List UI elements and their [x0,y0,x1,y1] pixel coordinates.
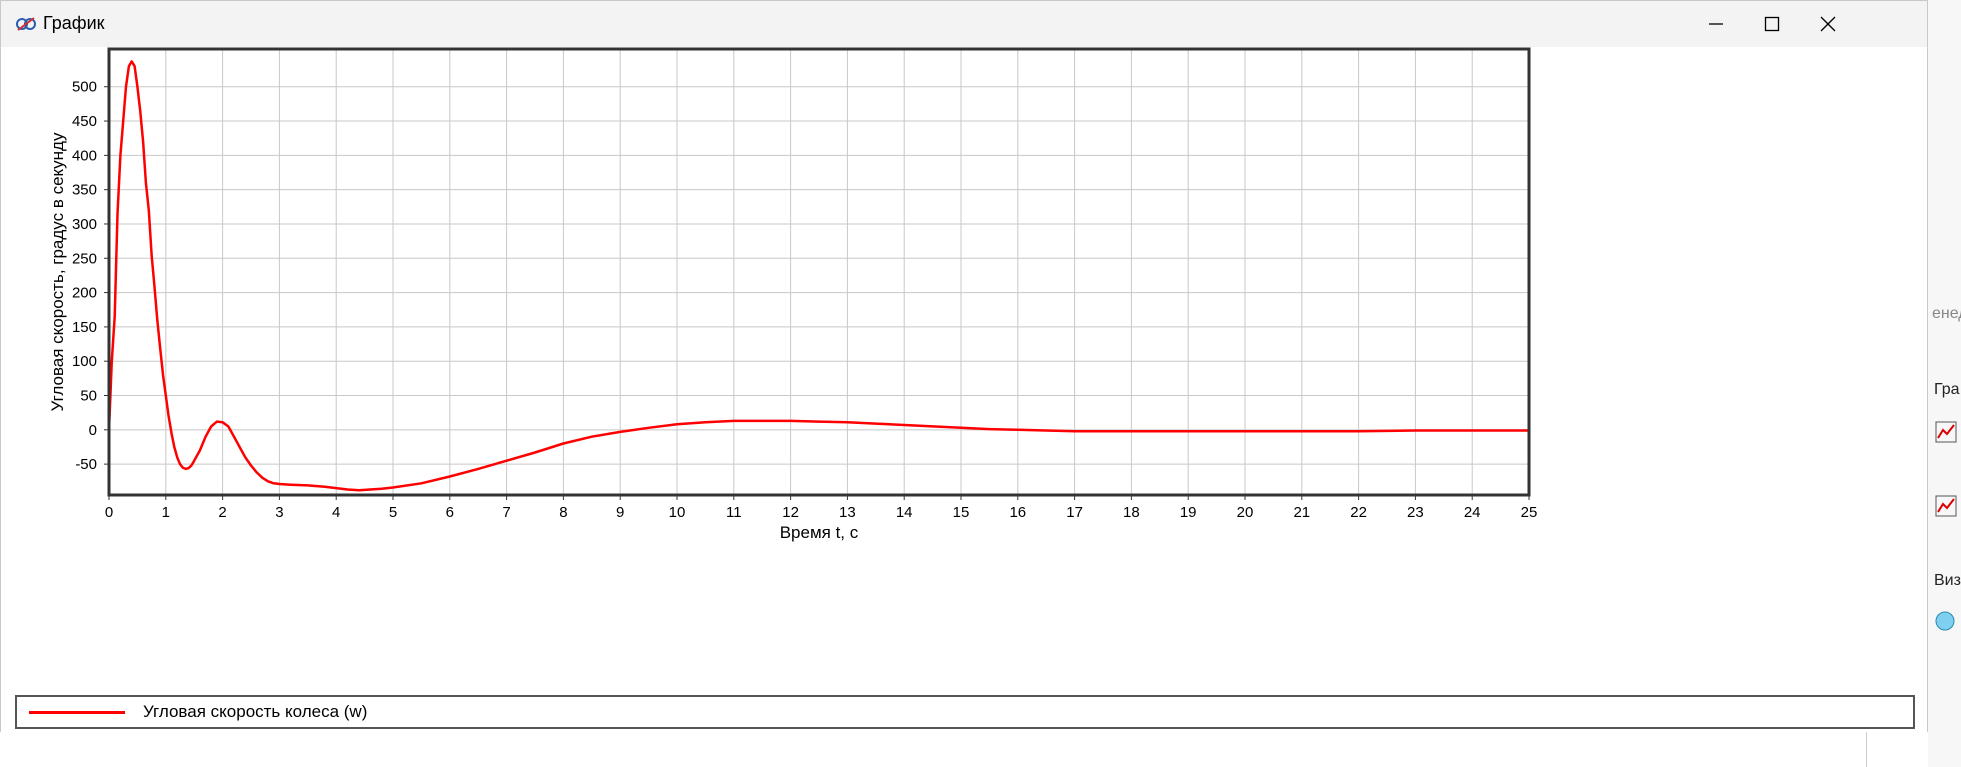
y-tick-label: 500 [72,79,97,96]
x-tick-label: 3 [275,504,283,521]
chart-app-icon [16,17,36,31]
x-axis-label: Время t, с [780,523,859,542]
window-title: График [43,13,105,33]
legend-label: Угловая скорость колеса (w) [143,702,368,721]
tick-labels: 0 1 2 3 4 5 6 7 8 9 10 11 12 13 14 15 16 17 18 19 20 21 22 23 24… [72,79,1537,521]
y-tick-label: 200 [72,285,97,302]
title-bar[interactable]: График [1,1,1927,47]
x-tick-label: 19 [1180,504,1197,521]
chart-window: График 0 1 2 3 4 5 6 7 8 9 10 11 12 13 14 15 16 17 18 19 20 2… [0,0,1928,733]
y-tick-label: 0 [89,422,97,439]
maximize-icon [1764,16,1780,32]
x-tick-label: 18 [1123,504,1140,521]
plot-area: 0 1 2 3 4 5 6 7 8 9 10 11 12 13 14 15 16 17 18 19 20 21 22 23 24… [1,47,1927,733]
y-tick-label: 50 [80,388,97,405]
y-tick-label: 300 [72,216,97,233]
x-tick-label: 21 [1293,504,1310,521]
x-tick-label: 11 [726,504,742,521]
x-tick-label: 7 [502,504,510,521]
x-tick-label: 5 [389,504,397,521]
x-tick-label: 16 [1009,504,1026,521]
line-chart[interactable]: 0 1 2 3 4 5 6 7 8 9 10 11 12 13 14 15 16 17 18 19 20 21 22 23 24… [1,47,1927,687]
x-tick-label: 6 [446,504,454,521]
x-tick-label: 1 [162,504,170,521]
x-tick-label: 2 [218,504,226,521]
x-tick-label: 15 [953,504,970,521]
x-tick-label: 22 [1350,504,1367,521]
x-tick-label: 23 [1407,504,1424,521]
x-tick-label: 9 [616,504,624,521]
x-tick-label: 8 [559,504,567,521]
x-tick-label: 20 [1237,504,1254,521]
x-tick-label: 10 [669,504,686,521]
bg-panel-text-1: енед [1932,305,1961,322]
background-app-panel: енед Гра Виз [1928,0,1961,767]
bg-chart-icon-2 [1935,495,1957,517]
close-icon [1820,16,1836,32]
bg-panel-text-3: Виз [1934,572,1961,589]
plot-frame [107,47,1531,497]
bg-3d-icon [1935,611,1955,631]
bg-chart-icon-1 [1935,421,1957,443]
x-tick-label: 14 [896,504,913,521]
y-tick-label: 100 [72,353,97,370]
legend: Угловая скорость колеса (w) [15,695,1915,729]
x-tick-label: 0 [105,504,113,521]
x-tick-label: 17 [1066,504,1083,521]
legend-swatch [29,711,125,714]
bg-panel-text-2: Гра [1934,381,1960,398]
series-layer [107,60,1529,492]
series-line-wheel-angular-velocity [107,60,1529,492]
y-tick-label: 400 [72,147,97,164]
y-axis-label: Угловая скорость, градус в секунду [48,132,67,411]
y-tick-label: 250 [72,250,97,267]
y-tick-label: -50 [75,456,97,473]
y-tick-label: 150 [72,319,97,336]
x-tick-label: 13 [839,504,856,521]
grid [108,49,1530,495]
bg-divider [1866,732,1867,767]
y-tick-label: 350 [72,182,97,199]
x-tick-label: 12 [782,504,799,521]
x-tick-label: 25 [1521,504,1538,521]
minimize-icon [1709,23,1723,25]
x-tick-label: 24 [1464,504,1481,521]
x-tick-label: 4 [332,504,340,521]
close-button[interactable] [1793,1,1863,47]
y-tick-label: 450 [72,113,97,130]
